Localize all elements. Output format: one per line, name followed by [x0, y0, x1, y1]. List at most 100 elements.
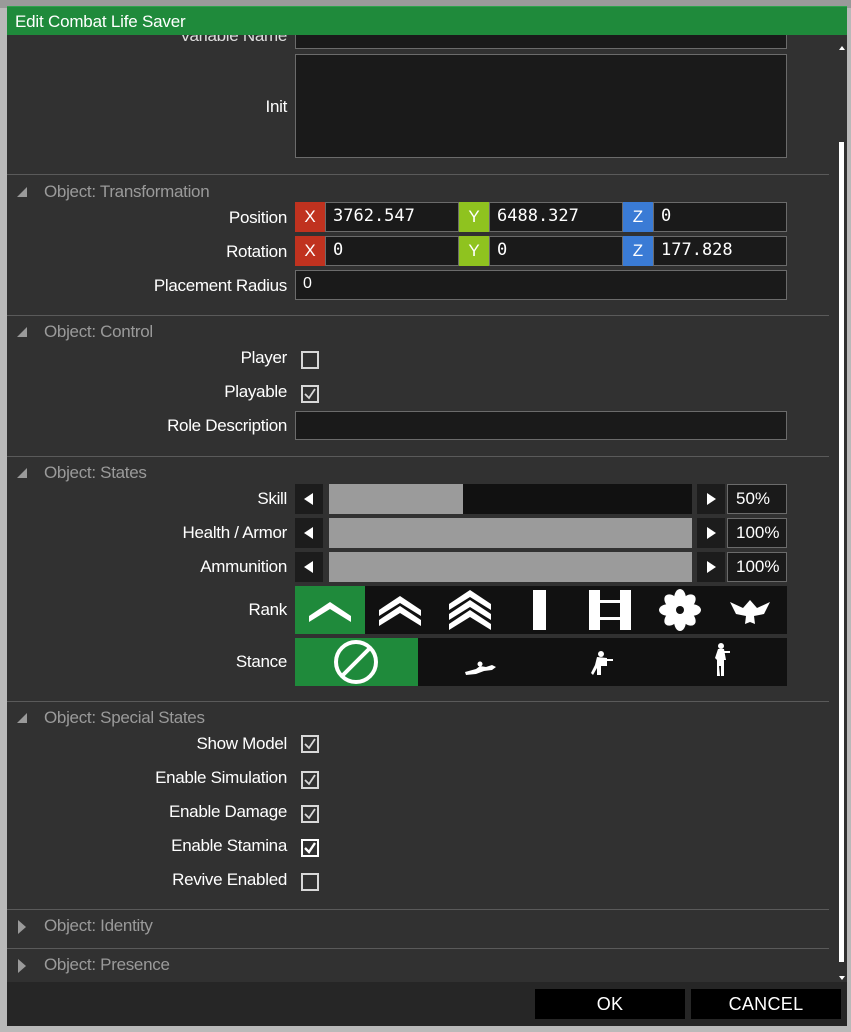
section-title: Object: Transformation	[44, 182, 210, 201]
arrow-right-icon	[707, 527, 716, 539]
window-title: Edit Combat Life Saver	[15, 12, 186, 31]
checkmark-icon	[304, 388, 316, 400]
skill-decrease-button[interactable]	[295, 484, 323, 514]
ammunition-value[interactable]: 100%	[727, 552, 787, 582]
section-identity-header[interactable]: Object: Identity	[7, 911, 829, 941]
section-title: Object: Special States	[44, 708, 205, 727]
position-y-value: 6488.327	[497, 206, 579, 226]
arrow-left-icon	[304, 527, 313, 539]
standing-icon	[715, 643, 730, 676]
axis-z-badge: Z	[623, 202, 653, 232]
rotation-x-input[interactable]: 0	[325, 236, 459, 266]
health-increase-button[interactable]	[697, 518, 725, 548]
skill-value[interactable]: 50%	[727, 484, 787, 514]
rotation-z-input[interactable]: 177.828	[653, 236, 787, 266]
section-title: Object: Identity	[44, 916, 153, 935]
prone-icon	[465, 661, 496, 675]
axis-z-badge: Z	[623, 236, 653, 266]
enable-simulation-checkbox[interactable]	[301, 771, 319, 789]
rotation-label: Rotation	[226, 242, 287, 261]
axis-y-badge: Y	[459, 202, 489, 232]
section-special-states-header[interactable]: Object: Special States	[7, 703, 829, 733]
rank-major-option[interactable]	[645, 586, 715, 634]
divider	[7, 701, 829, 702]
divider	[7, 174, 829, 175]
enable-stamina-checkbox[interactable]	[301, 839, 319, 857]
captain-bars-icon	[589, 590, 631, 630]
colonel-eagle-icon	[730, 600, 770, 624]
axis-x-badge: X	[295, 236, 325, 266]
role-description-label: Role Description	[167, 416, 287, 435]
ammunition-slider[interactable]	[329, 552, 692, 582]
expand-triangle-icon	[18, 959, 26, 973]
placement-radius-input[interactable]: 0	[295, 270, 787, 300]
arrow-right-icon	[707, 561, 716, 573]
health-decrease-button[interactable]	[295, 518, 323, 548]
arrow-right-icon	[707, 493, 716, 505]
variable-name-input[interactable]	[295, 35, 787, 49]
scrollbar-thumb[interactable]	[839, 142, 844, 962]
arrow-left-icon	[304, 493, 313, 505]
variable-name-label: Variable Name	[179, 35, 288, 45]
ok-button[interactable]: OK	[535, 989, 685, 1019]
rank-sergeant-option[interactable]	[435, 586, 505, 634]
position-label: Position	[228, 208, 287, 227]
divider	[7, 948, 829, 949]
rotation-z-value: 177.828	[661, 240, 733, 260]
player-checkbox[interactable]	[301, 351, 319, 369]
position-y-input[interactable]: 6488.327	[489, 202, 623, 232]
init-label: Init	[265, 97, 288, 116]
cancel-button[interactable]: CANCEL	[691, 989, 841, 1019]
position-z-value: 0	[661, 206, 672, 226]
player-label: Player	[240, 348, 288, 367]
crouch-icon	[591, 651, 613, 675]
rank-label: Rank	[248, 600, 288, 619]
divider	[7, 315, 829, 316]
role-description-input[interactable]	[295, 411, 787, 440]
position-z-input[interactable]: 0	[653, 202, 787, 232]
health-slider-fill	[329, 518, 692, 548]
section-control-header[interactable]: Object: Control	[7, 317, 829, 347]
stance-none-option[interactable]	[295, 638, 418, 686]
rank-captain-option[interactable]	[575, 586, 645, 634]
stance-prone-option[interactable]	[418, 638, 541, 686]
position-x-input[interactable]: 3762.547	[325, 202, 459, 232]
rank-colonel-option[interactable]	[715, 586, 785, 634]
vertical-scrollbar[interactable]	[836, 42, 847, 982]
enable-damage-checkbox[interactable]	[301, 805, 319, 823]
section-title: Object: States	[44, 463, 147, 482]
scroll-up-icon[interactable]	[839, 46, 845, 50]
rotation-y-input[interactable]: 0	[489, 236, 623, 266]
stance-selector[interactable]	[295, 638, 787, 686]
health-slider[interactable]	[329, 518, 692, 548]
enable-damage-label: Enable Damage	[168, 802, 287, 821]
expand-triangle-icon	[18, 920, 26, 934]
playable-checkbox[interactable]	[301, 385, 319, 403]
title-bar[interactable]: Edit Combat Life Saver	[7, 6, 847, 35]
health-value[interactable]: 100%	[727, 518, 787, 548]
ammunition-increase-button[interactable]	[697, 552, 725, 582]
checkmark-icon	[304, 738, 316, 750]
section-presence-header[interactable]: Object: Presence	[7, 950, 829, 980]
divider	[7, 456, 829, 457]
sergeant-chevron-icon	[449, 590, 491, 630]
rank-lieutenant-option[interactable]	[505, 586, 575, 634]
axis-x-badge: X	[295, 202, 325, 232]
edit-attributes-dialog: Edit Combat Life Saver Variable Name Ini…	[7, 6, 847, 1026]
rank-private-option[interactable]	[295, 586, 365, 634]
attributes-content[interactable]: Variable Name Init Object: Transformatio…	[7, 35, 847, 982]
ammunition-decrease-button[interactable]	[295, 552, 323, 582]
revive-enabled-checkbox[interactable]	[301, 873, 319, 891]
show-model-checkbox[interactable]	[301, 735, 319, 753]
init-textarea[interactable]	[295, 54, 787, 158]
skill-increase-button[interactable]	[697, 484, 725, 514]
stance-crouch-option[interactable]	[541, 638, 664, 686]
dialog-footer: OK CANCEL	[7, 982, 847, 1026]
rank-corporal-option[interactable]	[365, 586, 435, 634]
axis-y-badge: Y	[459, 236, 489, 266]
show-model-label: Show Model	[196, 734, 287, 753]
rank-selector[interactable]	[295, 586, 787, 634]
stance-standing-option[interactable]	[664, 638, 787, 686]
scroll-down-icon[interactable]	[839, 976, 845, 980]
skill-slider[interactable]	[329, 484, 692, 514]
